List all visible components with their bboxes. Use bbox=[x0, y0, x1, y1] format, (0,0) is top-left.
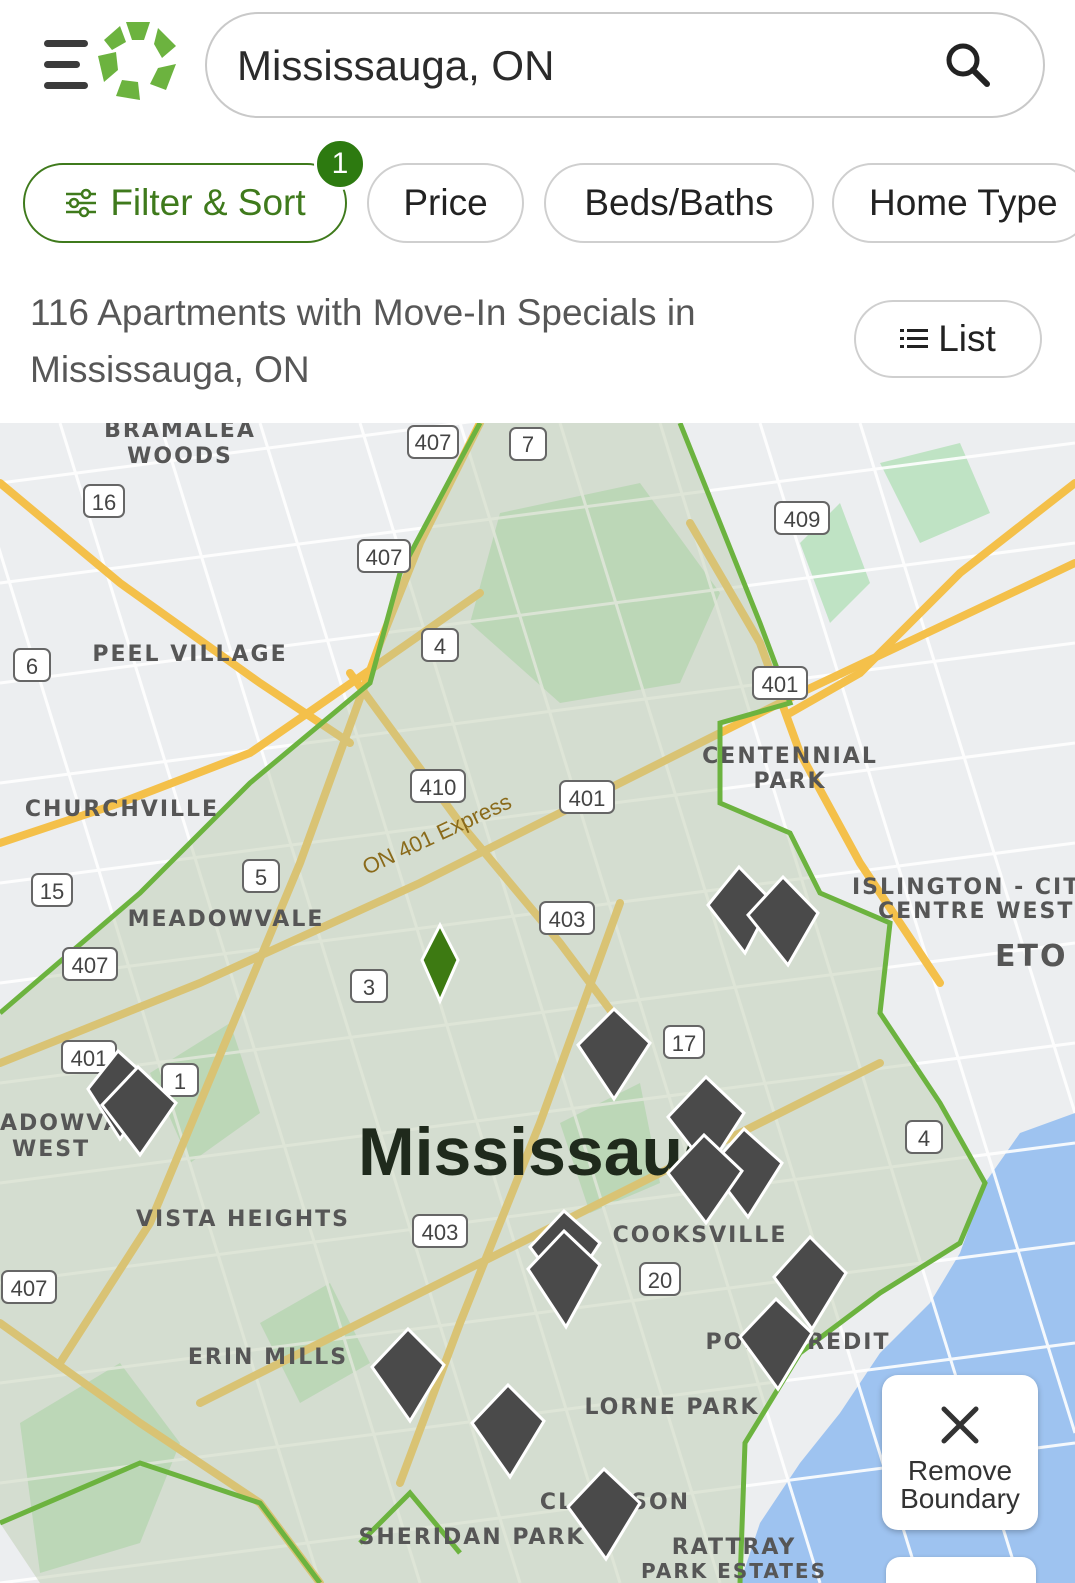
label-centennial-1: CENTENNIAL bbox=[702, 744, 878, 769]
label-bramalea: BRAMALEA bbox=[104, 423, 256, 443]
shield-1: 1 bbox=[161, 1063, 199, 1097]
svg-text:407: 407 bbox=[72, 953, 109, 978]
price-filter-button[interactable]: Price bbox=[367, 163, 524, 243]
label-lorne-park: LORNE PARK bbox=[584, 1395, 759, 1420]
svg-text:15: 15 bbox=[40, 879, 64, 904]
shield-407-d: 407 bbox=[1, 1270, 57, 1304]
label-woods: WOODS bbox=[127, 444, 233, 469]
label-erin-mills: ERIN MILLS bbox=[188, 1345, 348, 1370]
svg-text:410: 410 bbox=[420, 775, 457, 800]
remove-boundary-label: Remove Boundary bbox=[882, 1457, 1038, 1513]
shield-403-b: 403 bbox=[412, 1214, 468, 1248]
close-icon bbox=[941, 1406, 979, 1444]
filter-sort-label: Filter & Sort bbox=[110, 182, 306, 223]
svg-text:4: 4 bbox=[434, 634, 446, 659]
shield-403-a: 403 bbox=[539, 901, 595, 935]
list-icon bbox=[900, 329, 929, 348]
search-icon[interactable] bbox=[943, 40, 991, 88]
shield-7: 7 bbox=[509, 427, 547, 461]
shield-20: 20 bbox=[639, 1262, 681, 1296]
shield-3: 3 bbox=[350, 969, 388, 1003]
apartments-logo-icon[interactable] bbox=[96, 18, 180, 102]
shield-17: 17 bbox=[663, 1025, 705, 1059]
svg-text:403: 403 bbox=[422, 1220, 459, 1245]
label-peel-village: PEEL VILLAGE bbox=[92, 642, 287, 667]
label-islington-1: ISLINGTON - CIT bbox=[852, 875, 1075, 900]
label-islington-2: CENTRE WEST bbox=[878, 899, 1074, 924]
menu-icon[interactable] bbox=[40, 36, 92, 94]
sliders-icon bbox=[66, 188, 97, 218]
shield-16: 16 bbox=[83, 484, 125, 518]
label-vista-heights: VISTA HEIGHTS bbox=[136, 1207, 350, 1232]
shield-410: 410 bbox=[410, 769, 466, 803]
list-view-label: List bbox=[938, 318, 996, 359]
shield-4-a: 4 bbox=[421, 628, 459, 662]
svg-text:409: 409 bbox=[784, 507, 821, 532]
svg-text:407: 407 bbox=[415, 430, 452, 455]
label-meadowvale-west-2: WEST bbox=[12, 1137, 90, 1162]
label-churchville: CHURCHVILLE bbox=[25, 797, 219, 822]
results-title-line2: Mississauga, ON bbox=[30, 349, 310, 390]
search-bar bbox=[205, 12, 1045, 118]
svg-text:407: 407 bbox=[11, 1276, 48, 1301]
filter-count-badge: 1 bbox=[314, 138, 366, 190]
svg-text:1: 1 bbox=[174, 1069, 186, 1094]
label-meadowvale: MEADOWVALE bbox=[128, 907, 325, 932]
shield-4-b: 4 bbox=[905, 1120, 943, 1154]
shield-401-b: 401 bbox=[559, 780, 615, 814]
svg-text:401: 401 bbox=[71, 1046, 108, 1071]
beds-baths-filter-button[interactable]: Beds/Baths bbox=[544, 163, 814, 243]
filter-sort-button[interactable]: Filter & Sort bbox=[23, 163, 347, 243]
label-sheridan-park: SHERIDAN PARK bbox=[359, 1525, 586, 1550]
home-type-filter-button[interactable]: Home Type bbox=[832, 163, 1075, 243]
shield-407-b: 407 bbox=[357, 539, 411, 573]
svg-text:5: 5 bbox=[255, 865, 267, 890]
search-input[interactable] bbox=[235, 32, 939, 100]
label-rattray-2: PARK ESTATES bbox=[641, 1559, 827, 1583]
svg-text:20: 20 bbox=[648, 1268, 672, 1293]
list-view-button[interactable]: List bbox=[854, 300, 1042, 378]
shield-407-c: 407 bbox=[62, 947, 118, 981]
remove-boundary-line1: Remove bbox=[907, 1455, 1013, 1486]
svg-text:16: 16 bbox=[92, 490, 116, 515]
results-title-line1: 116 Apartments with Move-In Specials in bbox=[30, 292, 696, 333]
shield-5: 5 bbox=[242, 859, 280, 893]
results-title: 116 Apartments with Move-In Specials in … bbox=[30, 284, 800, 398]
map-control[interactable] bbox=[886, 1557, 1036, 1583]
svg-text:401: 401 bbox=[569, 786, 606, 811]
label-centennial-2: PARK bbox=[753, 769, 826, 794]
filter-bar: Filter & Sort Price Beds/Baths Home Type bbox=[0, 150, 1075, 250]
svg-text:401: 401 bbox=[762, 672, 799, 697]
shield-401-a: 401 bbox=[752, 666, 808, 700]
remove-boundary-line2: Boundary bbox=[900, 1483, 1020, 1514]
home-type-label: Home Type bbox=[869, 182, 1058, 223]
svg-text:7: 7 bbox=[522, 432, 534, 457]
label-rattray-1: RATTRAY bbox=[672, 1535, 797, 1560]
shield-409: 409 bbox=[774, 501, 830, 535]
shield-6: 6 bbox=[13, 648, 51, 682]
price-label: Price bbox=[403, 182, 488, 223]
shield-407-a: 407 bbox=[407, 425, 459, 459]
svg-text:403: 403 bbox=[549, 907, 586, 932]
label-etobicoke: ETO bbox=[995, 939, 1067, 974]
svg-text:407: 407 bbox=[366, 545, 403, 570]
beds-baths-label: Beds/Baths bbox=[584, 182, 774, 223]
svg-text:17: 17 bbox=[672, 1031, 696, 1056]
svg-text:3: 3 bbox=[363, 975, 375, 1000]
svg-text:6: 6 bbox=[26, 654, 38, 679]
app-header bbox=[0, 0, 1075, 130]
shield-15: 15 bbox=[31, 873, 73, 907]
label-cooksville: COOKSVILLE bbox=[613, 1223, 788, 1248]
svg-text:4: 4 bbox=[918, 1126, 930, 1151]
remove-boundary-button[interactable]: Remove Boundary bbox=[882, 1375, 1038, 1530]
